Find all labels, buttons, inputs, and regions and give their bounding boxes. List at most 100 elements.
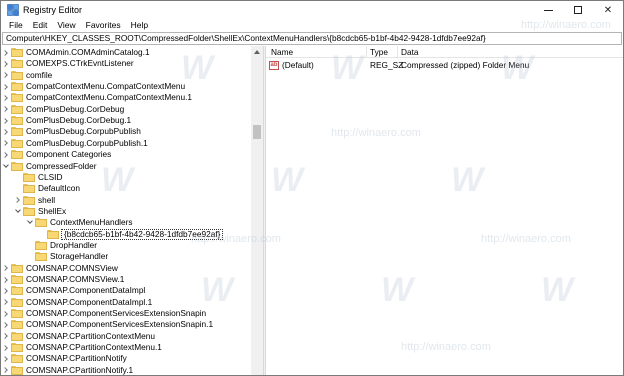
folder-icon (35, 252, 47, 262)
expand-toggle[interactable] (2, 58, 10, 69)
tree-item[interactable]: shell (2, 195, 250, 206)
expand-toggle[interactable] (2, 47, 10, 58)
folder-icon (47, 229, 59, 239)
collapse-toggle[interactable] (25, 217, 34, 228)
folder-icon (11, 138, 23, 148)
tree-item[interactable]: {b8cdcb65-b1bf-4b42-9428-1dfdb7ee92af} (2, 228, 250, 240)
tree-item[interactable]: COMSNAP.COMNSView.1 (2, 274, 250, 285)
key-tree-pane[interactable]: COMAdmin.COMAdminCatalog.1 COMEXPS.CTrkEv… (2, 46, 263, 375)
maximize-button[interactable] (563, 1, 593, 19)
value-type: REG_SZ (370, 60, 404, 70)
menu-edit[interactable]: Edit (28, 19, 53, 32)
tree-item[interactable]: comfile (2, 70, 250, 81)
chevron-right-icon (2, 288, 8, 294)
chevron-right-icon (2, 151, 8, 158)
expand-toggle[interactable] (2, 331, 10, 342)
expand-toggle[interactable] (2, 115, 10, 126)
tree-item[interactable]: ComPlusDebug.CorDebug (2, 104, 250, 115)
folder-icon (11, 127, 23, 137)
tree-item[interactable]: ComPlusDebug.CorpubPublish.1 (2, 138, 250, 149)
expand-toggle[interactable] (2, 149, 10, 160)
tree-item[interactable]: ComPlusDebug.CorpubPublish (2, 126, 250, 137)
tree-item-label: shell (38, 194, 56, 205)
tree-item[interactable]: StorageHandler (2, 251, 250, 262)
minimize-button[interactable] (533, 1, 563, 19)
chevron-right-icon (2, 322, 8, 328)
expand-toggle[interactable] (2, 92, 10, 103)
expand-toggle[interactable] (2, 342, 10, 353)
expand-toggle[interactable] (2, 70, 10, 81)
expand-toggle[interactable] (2, 263, 10, 274)
tree-item[interactable]: COMSNAP.ComponentDataImpl (2, 285, 250, 296)
expand-toggle[interactable] (2, 353, 10, 364)
tree-item[interactable]: ShellEx (2, 206, 250, 217)
minimize-icon (543, 9, 553, 11)
column-header-name[interactable]: Name (268, 46, 293, 58)
chevron-down-icon (26, 218, 33, 225)
folder-icon (11, 343, 23, 353)
tree-item[interactable]: CLSID (2, 172, 250, 183)
tree-vertical-scrollbar[interactable] (251, 46, 263, 375)
menu-view[interactable]: View (52, 19, 80, 32)
column-header-data[interactable]: Data (398, 46, 419, 58)
menu-file[interactable]: File (4, 19, 28, 32)
tree-item[interactable]: COMAdmin.COMAdminCatalog.1 (2, 47, 250, 58)
expand-toggle[interactable] (2, 319, 10, 330)
folder-icon (11, 93, 23, 103)
chevron-right-icon (2, 367, 8, 374)
column-header-type[interactable]: Type (367, 46, 388, 58)
values-list-pane[interactable]: Name Type Data ab (Default) REG_SZ Compr… (266, 46, 623, 375)
folder-icon (35, 240, 47, 250)
expand-toggle[interactable] (2, 126, 10, 137)
tree-item-label: COMSNAP.ComponentServicesExtensionSnapin (26, 308, 207, 319)
tree-item[interactable]: DefaultIcon (2, 183, 250, 194)
arrow-up-icon (254, 50, 260, 54)
folder-icon (11, 297, 23, 307)
tree-item-label: ShellEx (38, 205, 67, 216)
tree-item[interactable]: COMEXPS.CTrkEvntListener (2, 58, 250, 69)
chevron-right-icon (2, 265, 8, 271)
collapse-toggle[interactable] (2, 161, 10, 172)
scroll-thumb[interactable] (253, 125, 261, 139)
tree-item[interactable]: Component Categories (2, 149, 250, 160)
menu-help[interactable]: Help (126, 19, 153, 32)
tree-item-label: CompatContextMenu.CompatContextMenu (26, 81, 186, 92)
folder-icon (11, 59, 23, 69)
tree-item[interactable]: COMSNAP.CPartitionContextMenu.1 (2, 342, 250, 353)
address-bar[interactable]: Computer\HKEY_CLASSES_ROOT\CompressedFol… (2, 32, 622, 45)
expand-toggle[interactable] (2, 104, 10, 115)
expand-toggle[interactable] (2, 365, 10, 375)
close-button[interactable]: ✕ (593, 1, 623, 19)
tree-item[interactable]: COMSNAP.COMNSView (2, 263, 250, 274)
tree-item[interactable]: COMSNAP.ComponentServicesExtensionSnapin… (2, 319, 250, 330)
expand-toggle[interactable] (2, 297, 10, 308)
folder-icon (11, 104, 23, 114)
tree-item[interactable]: CompatContextMenu.CompatContextMenu.1 (2, 92, 250, 103)
tree-item[interactable]: COMSNAP.CPartitionContextMenu (2, 331, 250, 342)
tree-item[interactable]: COMSNAP.CPartitionNotify.1 (2, 365, 250, 375)
expand-toggle[interactable] (2, 81, 10, 92)
tree-item[interactable]: COMSNAP.ComponentServicesExtensionSnapin (2, 308, 250, 319)
folder-icon (35, 218, 47, 228)
tree-item[interactable]: COMSNAP.CPartitionNotify (2, 353, 250, 364)
values-list-header: Name Type Data (266, 46, 623, 58)
tree-item[interactable]: COMSNAP.ComponentDataImpl.1 (2, 297, 250, 308)
tree-item[interactable]: DropHandler (2, 240, 250, 251)
expand-toggle[interactable] (2, 308, 10, 319)
tree-item[interactable]: ContextMenuHandlers (2, 217, 250, 228)
tree-item[interactable]: ComPlusDebug.CorDebug.1 (2, 115, 250, 126)
scroll-up-button[interactable] (251, 46, 263, 58)
chevron-right-icon (2, 333, 8, 340)
expand-toggle[interactable] (2, 285, 10, 296)
expand-toggle[interactable] (2, 138, 10, 149)
tree-item[interactable]: CompressedFolder (2, 161, 250, 172)
folder-icon (23, 206, 35, 216)
expand-toggle[interactable] (13, 195, 22, 206)
tree-item[interactable]: CompatContextMenu.CompatContextMenu (2, 81, 250, 92)
menu-favorites[interactable]: Favorites (81, 19, 126, 32)
value-data: Compressed (zipped) Folder Menu (401, 60, 530, 70)
expand-toggle[interactable] (2, 274, 10, 285)
value-row[interactable]: ab (Default) REG_SZ Compressed (zipped) … (266, 60, 623, 71)
collapse-toggle[interactable] (13, 206, 22, 217)
chevron-right-icon (2, 356, 8, 362)
